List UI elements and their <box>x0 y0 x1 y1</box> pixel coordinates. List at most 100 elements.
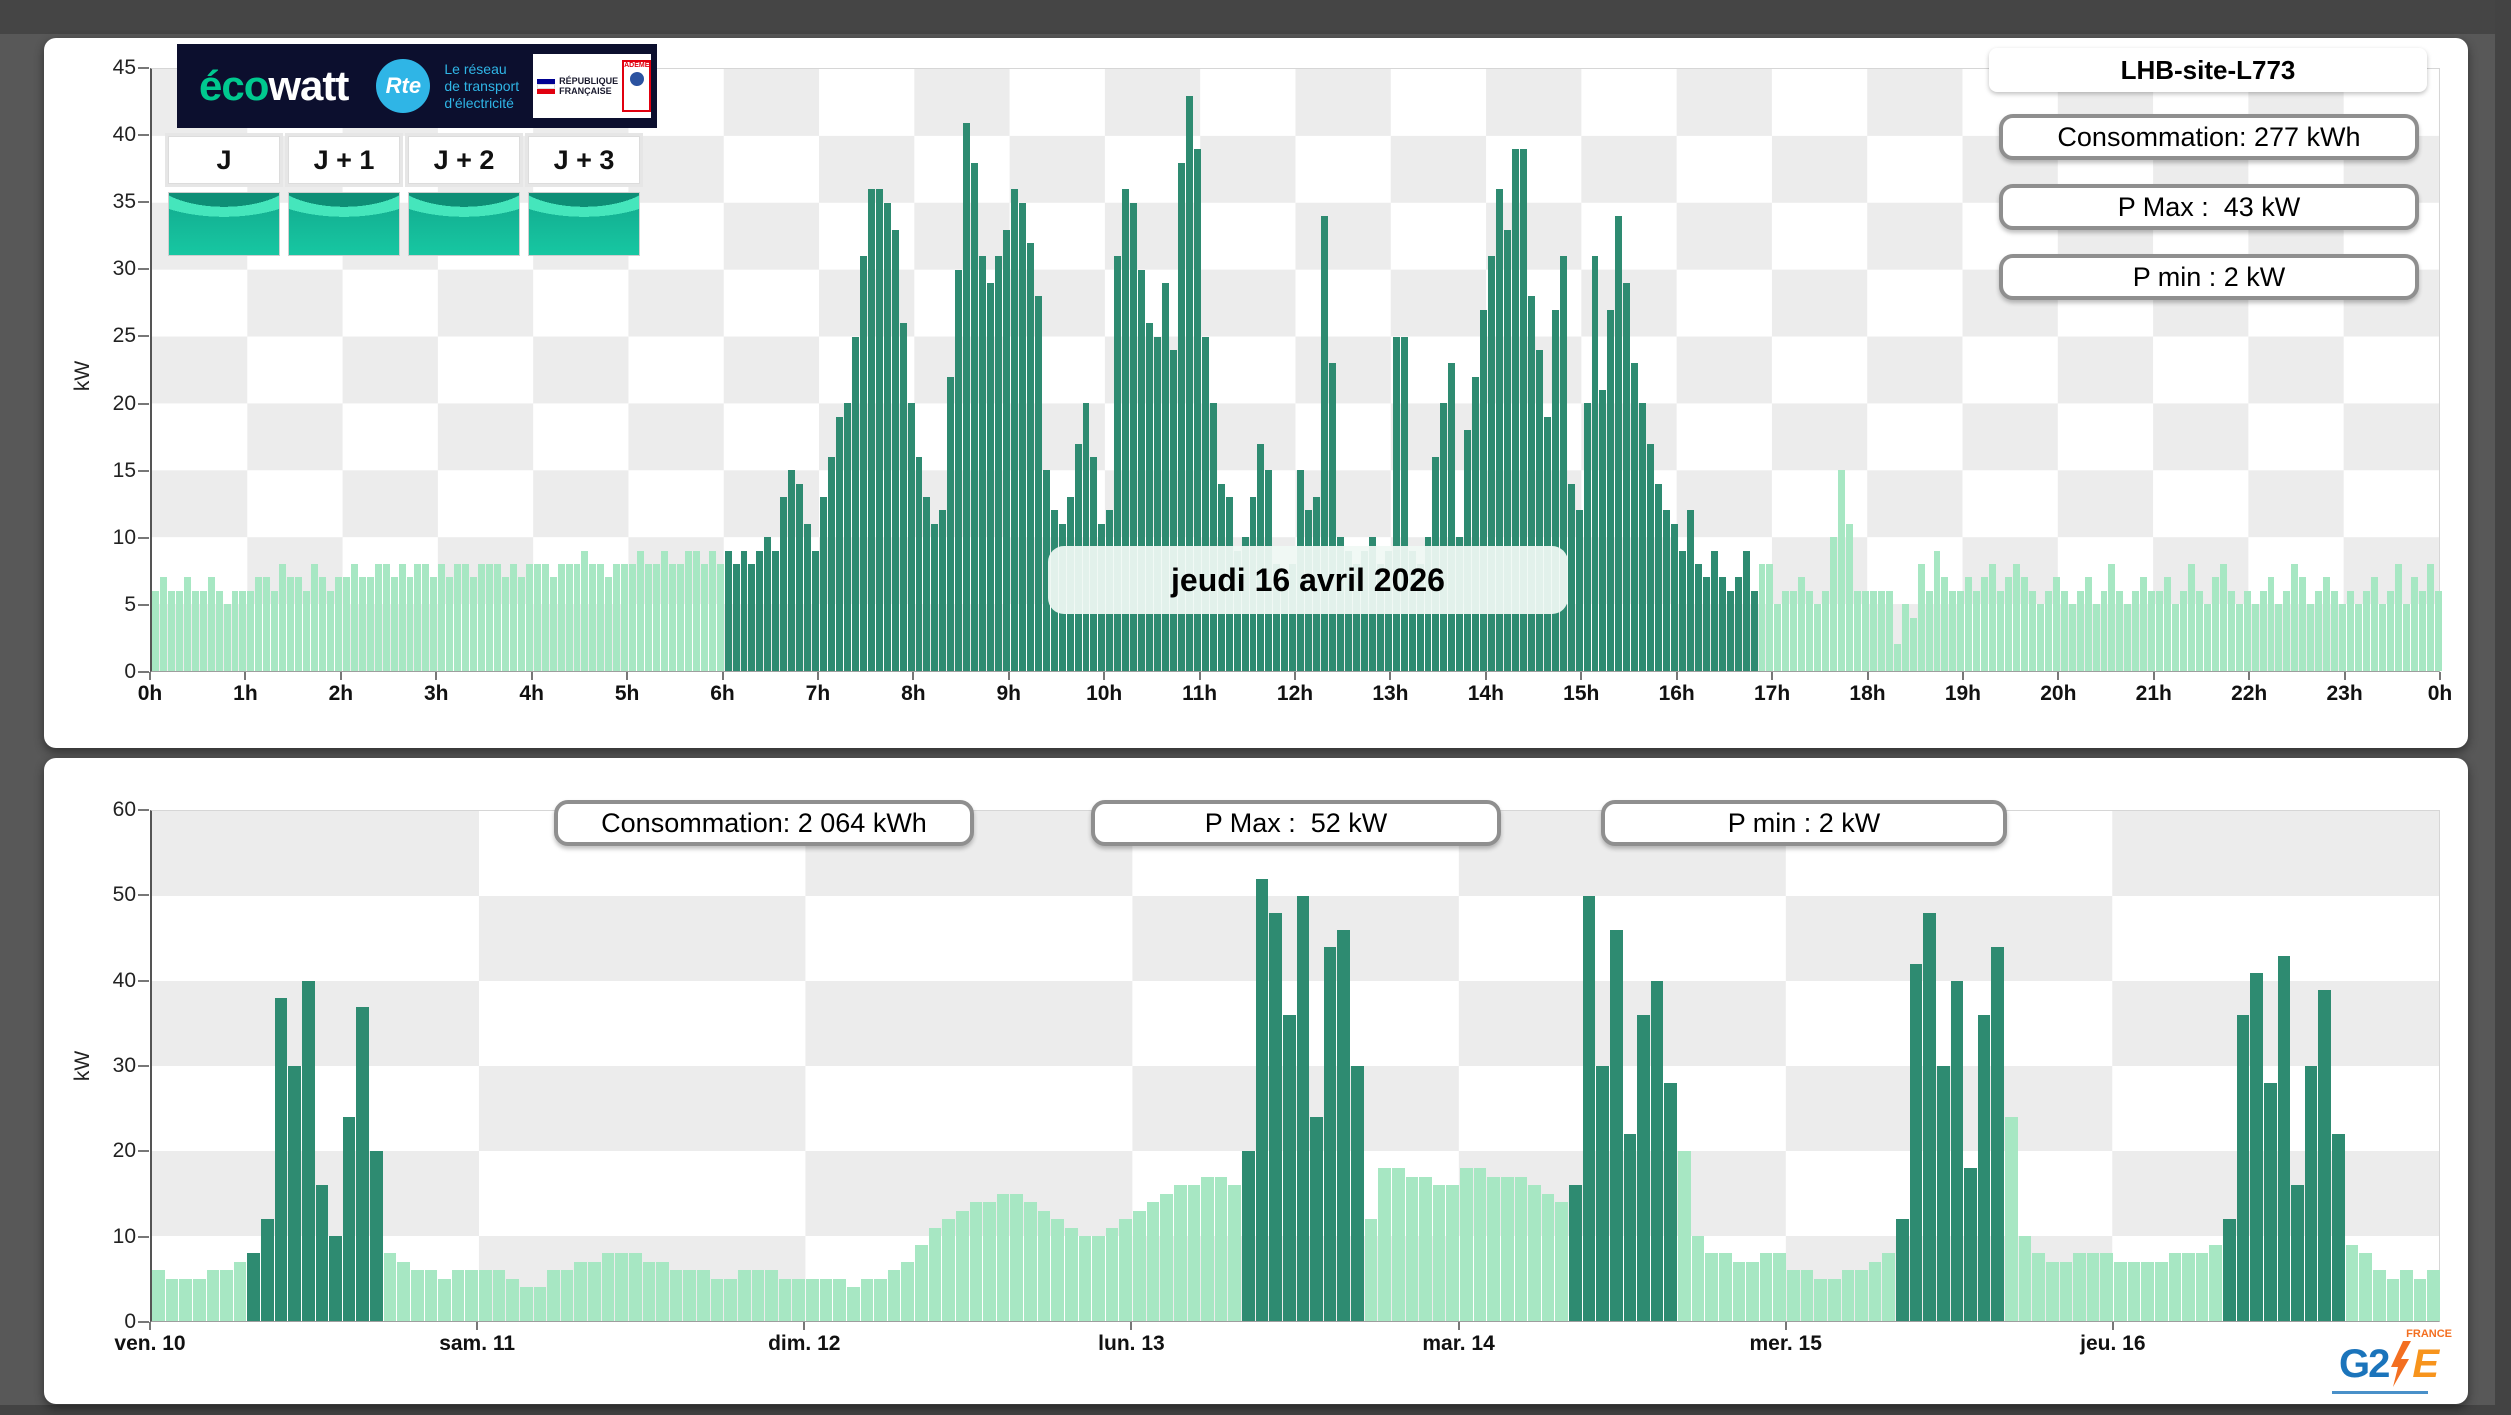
daily-y-axis-tick-mark <box>138 671 149 673</box>
daily-bar <box>1981 577 1988 671</box>
weekly-bar <box>2305 1066 2318 1321</box>
weekly-bar <box>1787 1270 1800 1321</box>
daily-bar <box>2101 591 2108 671</box>
weekly-bar <box>2318 990 2331 1322</box>
daily-bar <box>1329 363 1336 671</box>
day-button-j1[interactable]: J + 1 <box>288 136 400 184</box>
daily-x-axis-tick-label: 23h <box>2326 682 2362 706</box>
weekly-bar <box>288 1066 301 1321</box>
weekly-bar <box>493 1270 506 1321</box>
daily-y-axis-tick-mark <box>138 335 149 337</box>
weekly-bar <box>1079 1236 1092 1321</box>
daily-bar <box>2403 604 2410 671</box>
day-button-j3[interactable]: J + 3 <box>528 136 640 184</box>
weekly-bar <box>1678 1151 1691 1321</box>
daily-bar <box>2164 577 2171 671</box>
weekly-bar <box>1283 1015 1296 1321</box>
daily-bar <box>796 484 803 671</box>
weekly-bar <box>1705 1253 1718 1321</box>
daily-bar <box>2188 564 2195 671</box>
daily-bar <box>462 564 469 671</box>
site-title: LHB-site-L773 <box>1989 48 2427 92</box>
forecast-thumbnail-j2[interactable] <box>408 192 520 256</box>
weekly-bar <box>602 1253 615 1321</box>
weekly-bar <box>1433 1185 1446 1321</box>
weekly-bar <box>2250 973 2263 1322</box>
daily-bar <box>1019 203 1026 671</box>
weekly-x-axis-tick-mark <box>803 1322 805 1330</box>
daily-x-axis-tick-label: 6h <box>710 682 735 706</box>
daily-x-axis-tick-label: 17h <box>1754 682 1790 706</box>
day-button-j[interactable]: J <box>168 136 280 184</box>
daily-bar <box>1790 591 1797 671</box>
weekly-bar <box>1991 947 2004 1321</box>
daily-bar <box>1623 283 1630 671</box>
window-chrome-right <box>2495 0 2511 1415</box>
weekly-bar <box>888 1270 901 1321</box>
weekly-bar <box>2141 1262 2154 1322</box>
weekly-bar <box>384 1253 397 1321</box>
weekly-bar <box>1869 1262 1882 1322</box>
daily-bar <box>788 470 795 671</box>
weekly-bar <box>806 1279 819 1322</box>
forecast-thumbnail-j3[interactable] <box>528 192 640 256</box>
daily-bar <box>605 577 612 671</box>
daily-bar <box>844 403 851 671</box>
daily-bar <box>1759 564 1766 671</box>
day-button-j2[interactable]: J + 2 <box>408 136 520 184</box>
weekly-bar <box>302 981 315 1321</box>
weekly-bar <box>2291 1185 2304 1321</box>
weekly-y-axis-tick-mark <box>138 894 149 896</box>
weekly-bar <box>193 1279 206 1322</box>
g2e-logo-g2: G2 <box>2339 1342 2388 1387</box>
daily-bar <box>2315 591 2322 671</box>
weekly-bar <box>1378 1168 1391 1321</box>
weekly-bar <box>1038 1211 1051 1322</box>
weekly-bar <box>956 1211 969 1322</box>
daily-bar <box>176 591 183 671</box>
daily-bar <box>669 564 676 671</box>
forecast-thumbnail-j1[interactable] <box>288 192 400 256</box>
weekly-bar <box>820 1279 833 1322</box>
daily-bar <box>2252 604 2259 671</box>
daily-bar <box>351 564 358 671</box>
forecast-thumbnail-j[interactable] <box>168 192 280 256</box>
daily-bar <box>2196 591 2203 671</box>
g2e-logo-e: E <box>2412 1342 2439 1387</box>
daily-bar <box>1782 591 1789 671</box>
weekly-bar <box>1937 1066 1950 1321</box>
daily-bar <box>1599 390 1606 671</box>
daily-bar <box>446 577 453 671</box>
daily-x-axis-tick-mark <box>626 672 628 680</box>
weekly-bar <box>1951 981 1964 1321</box>
weekly-bar <box>1501 1177 1514 1322</box>
daily-bar <box>1401 337 1408 671</box>
weekly-bar <box>1324 947 1337 1321</box>
daily-bar <box>939 510 946 671</box>
daily-bar <box>192 591 199 671</box>
daily-bar <box>1687 510 1694 671</box>
daily-bar <box>2260 591 2267 671</box>
daily-x-axis-tick-label: 21h <box>2136 682 2172 706</box>
weekly-bar <box>1528 1185 1541 1321</box>
weekly-bar <box>261 1219 274 1321</box>
weekly-x-axis-tick-label: lun. 13 <box>1098 1332 1165 1356</box>
weekly-bar <box>234 1262 247 1322</box>
daily-bar <box>1814 604 1821 671</box>
daily-bar <box>343 577 350 671</box>
daily-chart-panel: kW écowatt Rte Le réseau de transport d'… <box>44 38 2468 748</box>
daily-bar <box>1607 310 1614 671</box>
daily-bar <box>2085 577 2092 671</box>
daily-bar <box>2013 564 2020 671</box>
weekly-bar <box>765 1270 778 1321</box>
weekly-chart-bars <box>152 811 2440 1321</box>
daily-bar <box>279 564 286 671</box>
daily-bar <box>1894 644 1901 671</box>
daily-bar <box>232 591 239 671</box>
daily-bar <box>1472 377 1479 671</box>
weekly-x-axis-tick-mark <box>1130 1322 1132 1330</box>
daily-bar <box>2236 604 2243 671</box>
ademe-label: ADEME <box>624 62 649 69</box>
daily-bar <box>375 564 382 671</box>
daily-x-axis-tick-label: 10h <box>1086 682 1122 706</box>
